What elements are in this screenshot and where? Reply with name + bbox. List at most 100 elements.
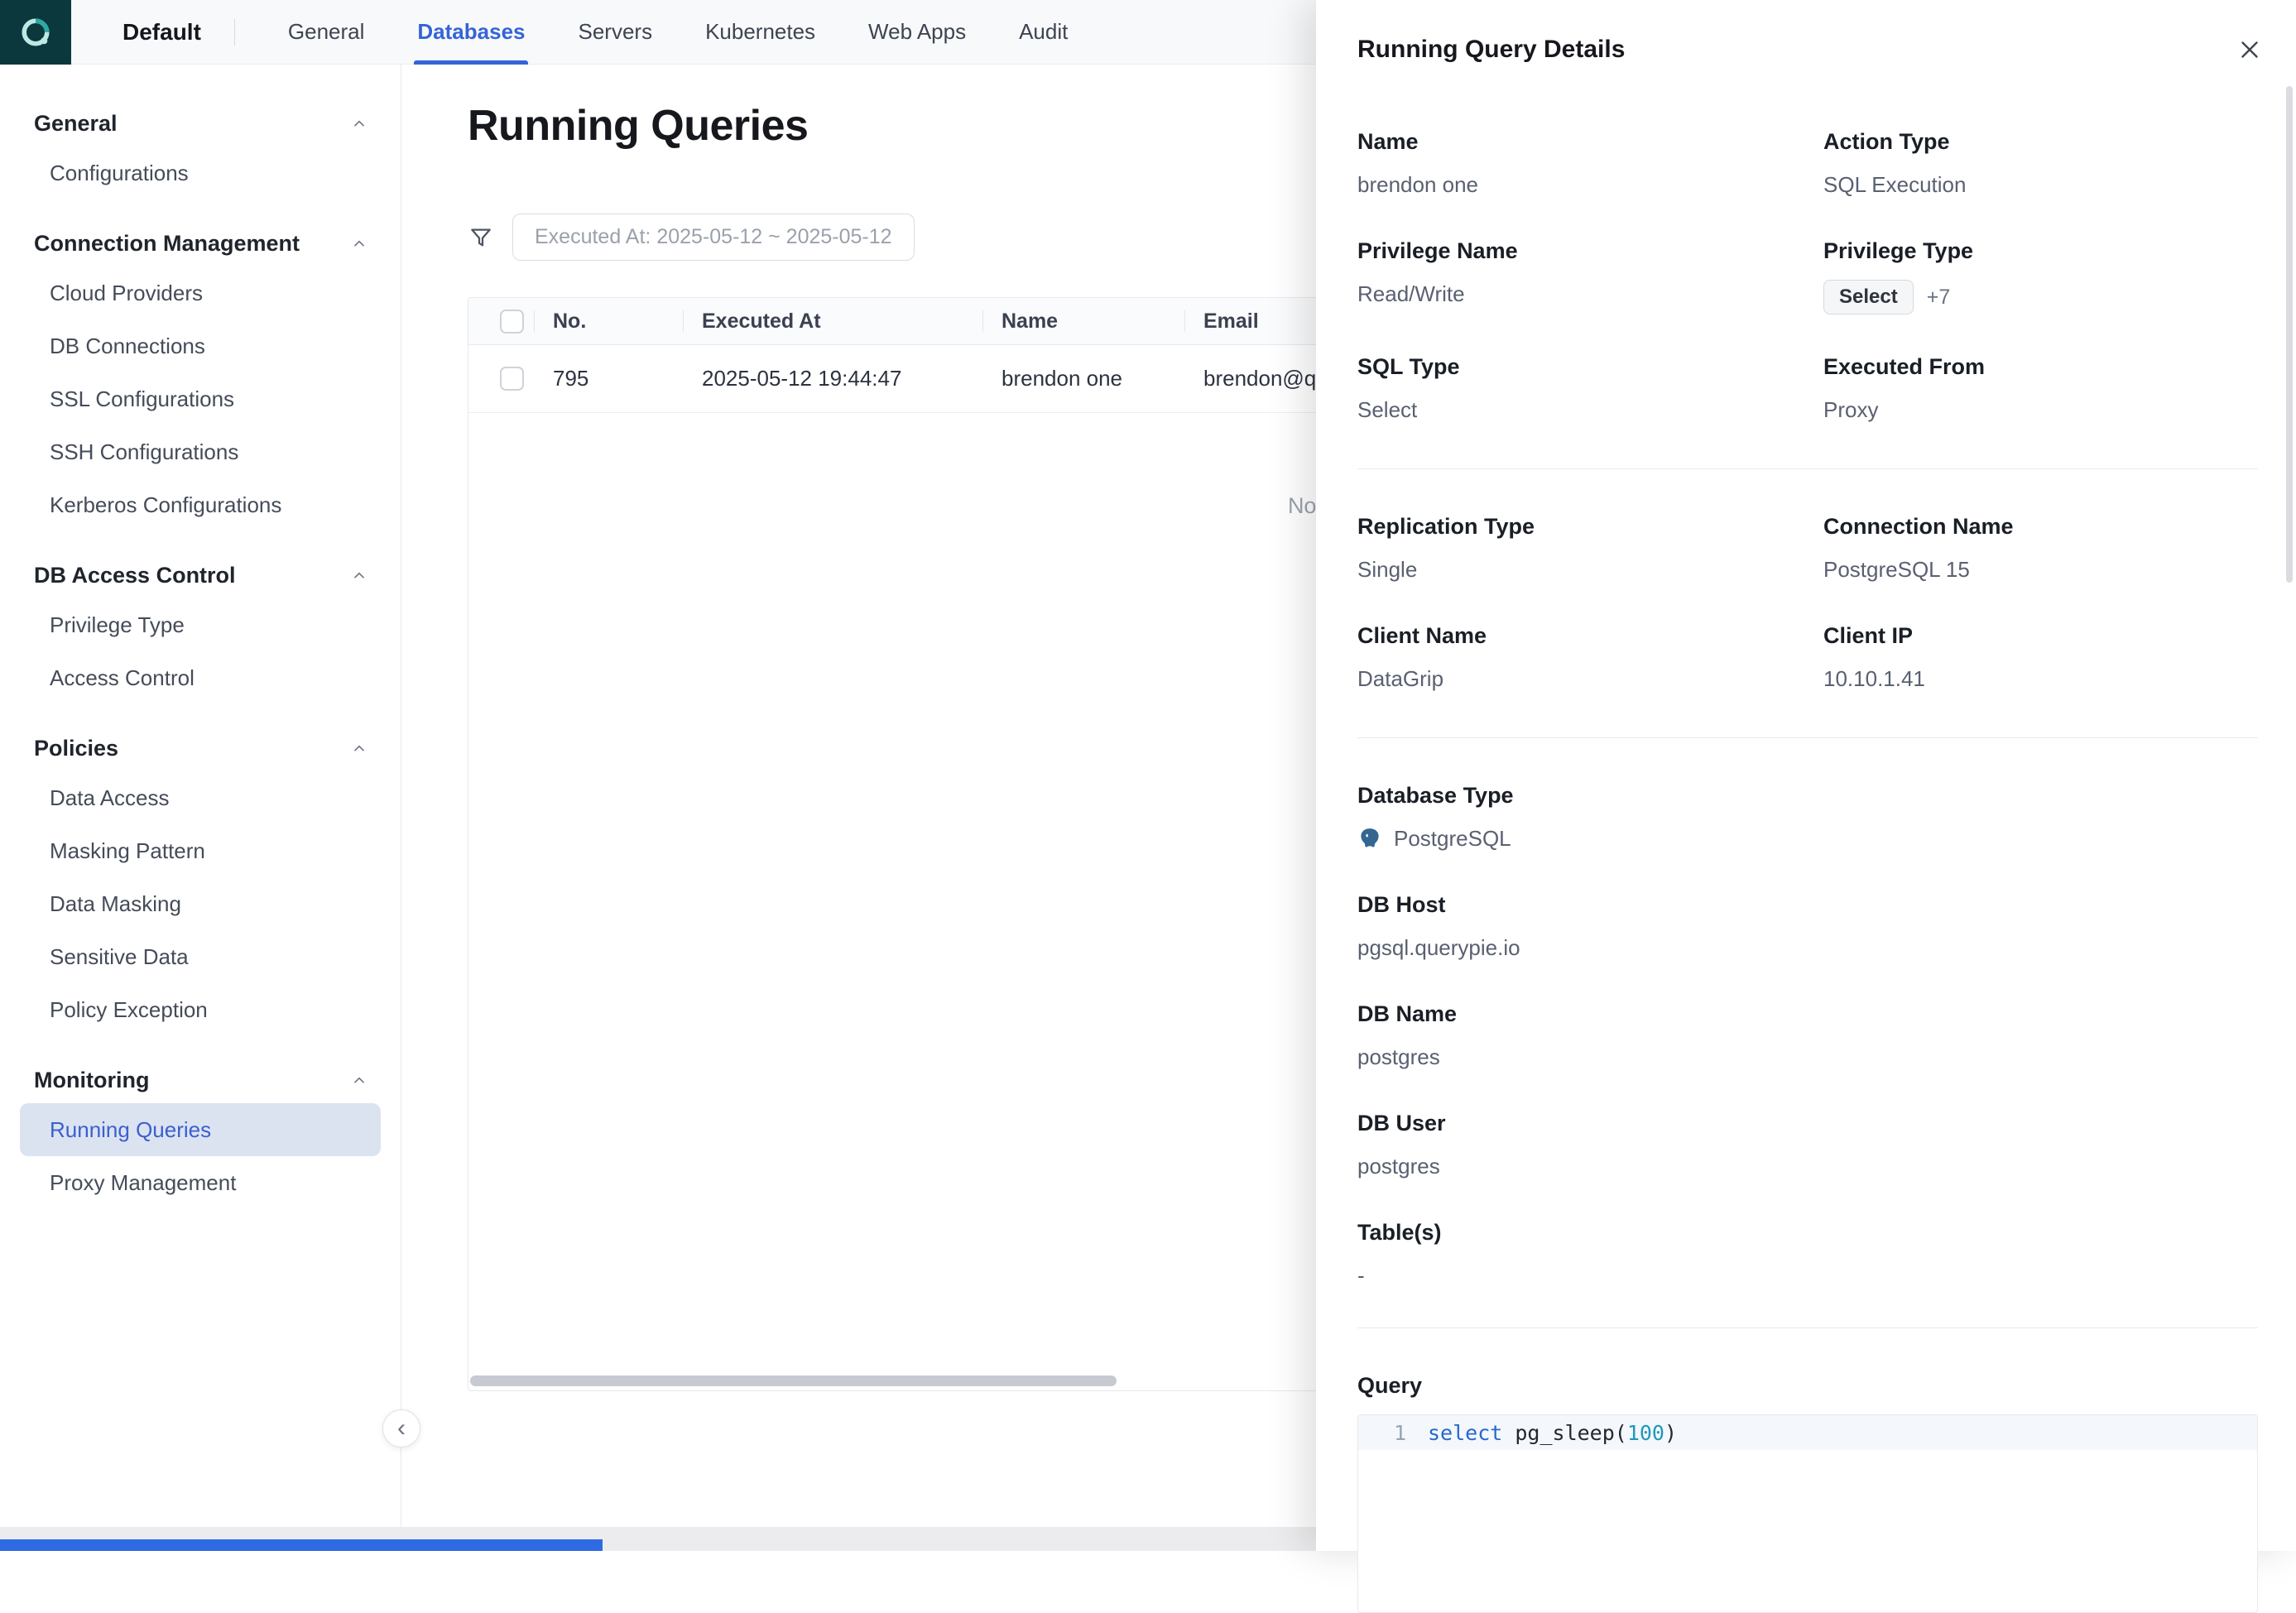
privilege-type-chip[interactable]: Select: [1823, 280, 1914, 314]
header-select-all-cell: [468, 310, 534, 334]
field-label: Privilege Type: [1823, 237, 2258, 265]
field-label: Name: [1357, 127, 1823, 156]
field-label: Database Type: [1357, 781, 2258, 809]
field-value: DataGrip: [1357, 665, 1823, 693]
sidebar-section-header-db-access-control[interactable]: DB Access Control: [0, 553, 401, 598]
sidebar-item-ssl-configurations[interactable]: SSL Configurations: [20, 372, 381, 425]
field-label: Client Name: [1357, 622, 1823, 650]
querypie-logo-icon: [17, 14, 54, 50]
chevron-up-icon: [351, 236, 367, 252]
sidebar-item-db-connections[interactable]: DB Connections: [20, 319, 381, 372]
bottom-accent-bar: [0, 1539, 603, 1551]
field-label: Action Type: [1823, 127, 2258, 156]
sidebar-section-title: Monitoring: [34, 1068, 149, 1093]
nav-tab-kubernetes[interactable]: Kubernetes: [705, 0, 815, 65]
sidebar-section-header-connection-management[interactable]: Connection Management: [0, 221, 401, 266]
nav-tab-databases[interactable]: Databases: [417, 0, 525, 65]
executed-at-filter[interactable]: Executed At: 2025-05-12 ~ 2025-05-12: [512, 214, 915, 261]
sidebar-item-privilege-type[interactable]: Privilege Type: [20, 598, 381, 651]
field-replication-type: Replication Type Single: [1357, 512, 1823, 583]
close-button[interactable]: [2231, 31, 2268, 68]
sidebar-item-data-access[interactable]: Data Access: [20, 771, 381, 824]
field-label: Query: [1357, 1371, 2258, 1399]
field-sql-type: SQL Type Select: [1357, 353, 1823, 424]
postgresql-icon: [1357, 826, 1382, 851]
code-token-number: 100: [1627, 1421, 1664, 1445]
sidebar-section-general: General Configurations: [0, 101, 401, 199]
sidebar-item-access-control[interactable]: Access Control: [20, 651, 381, 704]
sidebar-item-running-queries[interactable]: Running Queries: [20, 1103, 381, 1156]
select-all-checkbox[interactable]: [500, 310, 524, 334]
field-label: DB User: [1357, 1109, 2258, 1137]
sidebar-item-proxy-management[interactable]: Proxy Management: [20, 1156, 381, 1209]
sidebar-item-cloud-providers[interactable]: Cloud Providers: [20, 266, 381, 319]
field-value: pgsql.querypie.io: [1357, 934, 2258, 962]
column-header-name[interactable]: Name: [982, 310, 1184, 334]
field-value: Select: [1357, 396, 1823, 424]
field-value: postgres: [1357, 1152, 2258, 1180]
privilege-type-more-count[interactable]: +7: [1927, 286, 1951, 310]
cell-name: brendon one: [982, 366, 1184, 391]
field-value: PostgreSQL 15: [1823, 555, 2258, 583]
code-content: select pg_sleep(100): [1428, 1421, 1677, 1445]
field-value: Read/Write: [1357, 280, 1823, 308]
field-label: Connection Name: [1823, 512, 2258, 540]
sidebar-item-kerberos-configurations[interactable]: Kerberos Configurations: [20, 478, 381, 531]
field-db-user: DB User postgres: [1357, 1109, 2258, 1180]
drawer-scrollbar[interactable]: [2286, 86, 2293, 583]
sidebar-item-configurations[interactable]: Configurations: [20, 146, 381, 199]
sidebar-item-ssh-configurations[interactable]: SSH Configurations: [20, 425, 381, 478]
filter-funnel-icon[interactable]: [468, 224, 494, 251]
field-value: Single: [1357, 555, 1823, 583]
field-database-type: Database Type PostgreSQL: [1357, 781, 2258, 852]
sidebar-item-policy-exception[interactable]: Policy Exception: [20, 983, 381, 1036]
field-name: Name brendon one: [1357, 127, 1823, 199]
code-token-keyword: select: [1428, 1421, 1502, 1445]
sidebar-section-monitoring: Monitoring Running Queries Proxy Managem…: [0, 1058, 401, 1209]
field-label: Replication Type: [1357, 512, 1823, 540]
workspace-selector[interactable]: Default: [122, 19, 201, 46]
nav-tab-servers[interactable]: Servers: [578, 0, 652, 65]
nav-tab-audit[interactable]: Audit: [1019, 0, 1068, 65]
sidebar-item-data-masking[interactable]: Data Masking: [20, 877, 381, 930]
field-privilege-name: Privilege Name Read/Write: [1357, 237, 1823, 314]
query-editor[interactable]: 1 select pg_sleep(100): [1357, 1414, 2258, 1613]
sidebar-item-sensitive-data[interactable]: Sensitive Data: [20, 930, 381, 983]
row-select-cell: [468, 367, 534, 391]
field-client-ip: Client IP 10.10.1.41: [1823, 622, 2258, 693]
field-value: 10.10.1.41: [1823, 665, 2258, 693]
field-connection-name: Connection Name PostgreSQL 15: [1823, 512, 2258, 583]
column-header-no[interactable]: No.: [534, 310, 683, 334]
sidebar-section-policies: Policies Data Access Masking Pattern Dat…: [0, 726, 401, 1036]
row-checkbox[interactable]: [500, 367, 524, 391]
cell-executed-at: 2025-05-12 19:44:47: [683, 366, 982, 391]
field-value: PostgreSQL: [1394, 824, 1511, 852]
field-label: Table(s): [1357, 1218, 2258, 1246]
field-db-host: DB Host pgsql.querypie.io: [1357, 891, 2258, 962]
field-privilege-type: Privilege Type Select +7: [1823, 237, 2258, 314]
field-tables: Table(s) -: [1357, 1218, 2258, 1289]
nav-tab-general[interactable]: General: [288, 0, 365, 65]
sidebar-section-header-monitoring[interactable]: Monitoring: [0, 1058, 401, 1103]
field-label: Client IP: [1823, 622, 2258, 650]
code-line: 1 select pg_sleep(100): [1358, 1415, 2257, 1450]
sidebar-item-masking-pattern[interactable]: Masking Pattern: [20, 824, 381, 877]
section-divider: [1357, 468, 2258, 469]
column-header-executed-at[interactable]: Executed At: [683, 310, 982, 334]
chevron-up-icon: [351, 116, 367, 132]
sidebar-section-connection-management: Connection Management Cloud Providers DB…: [0, 221, 401, 531]
close-icon: [2236, 36, 2264, 64]
chevron-up-icon: [351, 568, 367, 584]
sidebar-section-header-policies[interactable]: Policies: [0, 726, 401, 771]
field-query: Query 1 select pg_sleep(100): [1357, 1371, 2258, 1613]
sidebar-collapse-button[interactable]: ‹: [382, 1409, 420, 1447]
nav-divider: [234, 19, 235, 46]
horizontal-scrollbar[interactable]: [470, 1375, 1117, 1386]
field-action-type: Action Type SQL Execution: [1823, 127, 2258, 199]
chevron-up-icon: [351, 1073, 367, 1089]
app-logo[interactable]: [0, 0, 71, 65]
sidebar-section-header-general[interactable]: General: [0, 101, 401, 146]
nav-tab-web-apps[interactable]: Web Apps: [868, 0, 966, 65]
section-divider: [1357, 1327, 2258, 1328]
field-value: brendon one: [1357, 170, 1823, 199]
